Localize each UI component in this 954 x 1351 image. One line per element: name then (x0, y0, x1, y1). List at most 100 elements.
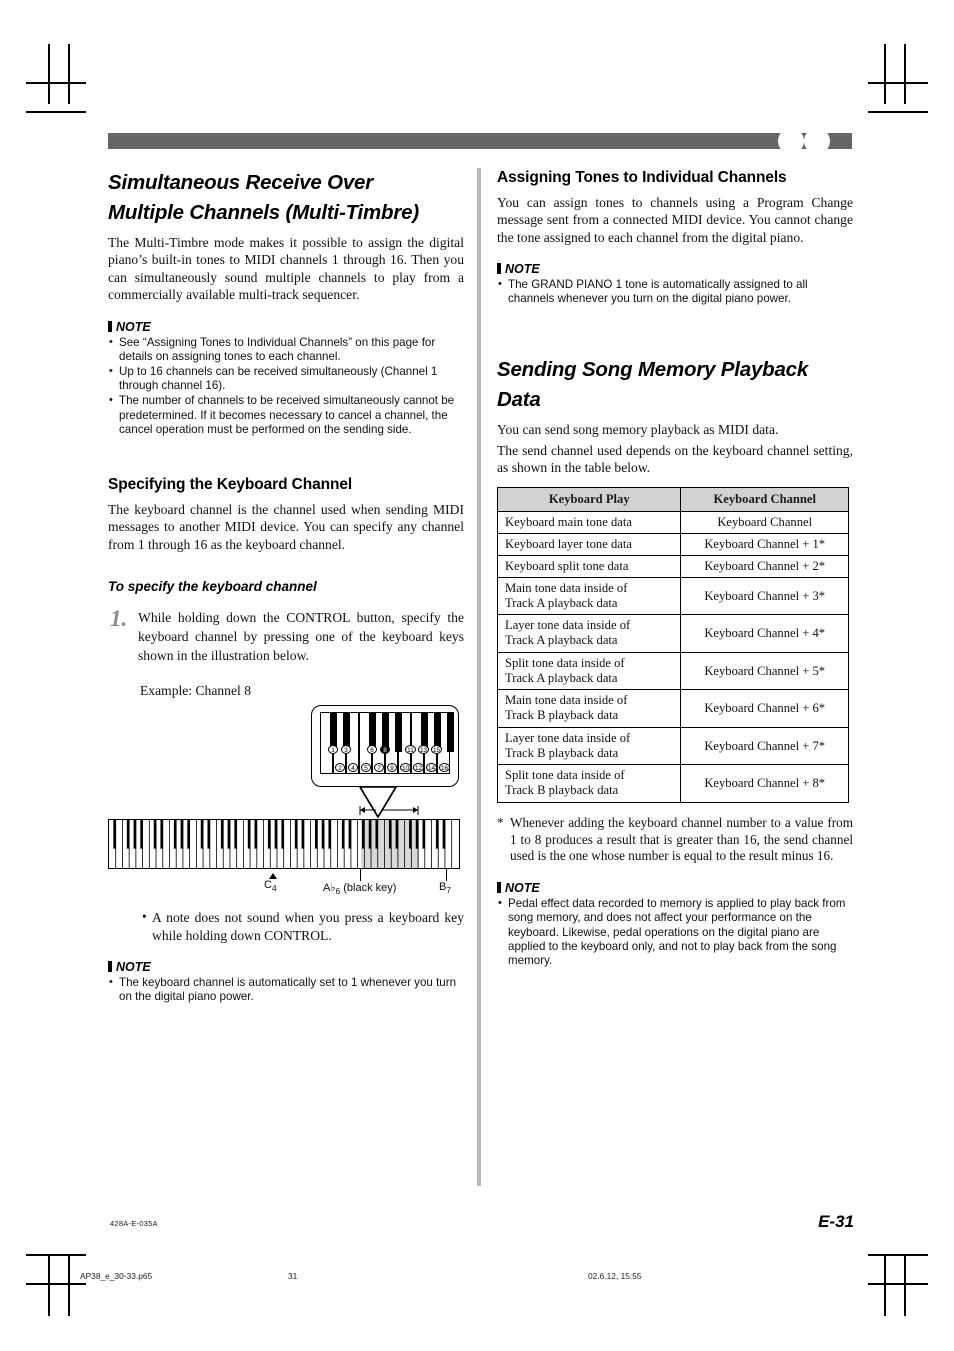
cell-play: Layer tone data inside of Track A playba… (496, 614, 682, 653)
cell-play-line2: Track B playback data (505, 708, 619, 723)
crop-mark-bottom-right-v (904, 1256, 906, 1316)
keyboard-keys-svg (113, 820, 453, 869)
crop-mark-top-right-v (904, 44, 906, 104)
crop-mark-top-left-v (48, 44, 50, 104)
column-divider (477, 168, 481, 1186)
cell-play-line2: Track B playback data (505, 745, 619, 760)
section-title-keyboard-channel: Specifying the Keyboard Channel (108, 476, 353, 494)
sending-title-line1: Sending Song Memory Playback (497, 357, 809, 381)
table-row: Split tone data inside of Track A playba… (496, 651, 849, 691)
leader-line-b7 (446, 869, 447, 882)
label-c4-octave: 4 (271, 883, 277, 894)
note-bar-icon (108, 320, 112, 332)
print-file-name: AP38_e_30-33.p65 (80, 1271, 153, 1281)
crop-mark-bottom-left-v (48, 1256, 50, 1316)
cell-play-line2: Track A playback data (505, 670, 618, 685)
keyboard-label-ab6: A♭6 (black key) (323, 881, 396, 896)
cell-play-line1: Split tone data inside of (505, 655, 625, 670)
table-row: Split tone data inside of Track B playba… (496, 764, 849, 803)
header-rule-bar (108, 128, 852, 154)
cell-play-line1: Layer tone data inside of (505, 618, 631, 633)
note-item: Up to 16 channels can be received simult… (108, 364, 464, 393)
crop-mark-bottom-right-v2 (884, 1256, 886, 1316)
left-column: Simultaneous Receive Over Multiple Chann… (108, 168, 464, 1005)
callout-keyboard: 1 3 6 8 11 13 15 2 4 5 7 9 10 12 14 16 (320, 712, 454, 775)
header-bar-notch2-icon (804, 128, 830, 154)
step-number: 1. (110, 606, 128, 632)
table-row: Keyboard main tone data Keyboard Channel (496, 510, 849, 534)
header-bar-notch-icon (778, 128, 804, 154)
note-heading-2: NOTE (108, 960, 464, 974)
note-bar-icon (497, 882, 501, 894)
table-row: Layer tone data inside of Track B playba… (496, 726, 849, 766)
cell-play: Main tone data inside of Track B playbac… (496, 689, 682, 728)
cell-play: Keyboard split tone data (496, 554, 682, 578)
assigning-tones-paragraph: You can assign tones to channels using a… (497, 195, 853, 245)
note-label-4: NOTE (505, 881, 540, 896)
section-title-sending-song-memory: Sending Song Memory Playback Data (497, 355, 853, 415)
procedure-step-1: 1. While holding down the CONTROL button… (108, 606, 464, 665)
full-keyboard-graphic (108, 819, 460, 870)
sending-paragraph-1: You can send song memory playback as MID… (497, 421, 779, 437)
crop-mark-bottom-left-h (26, 1254, 86, 1256)
cell-channel: Keyboard Channel + 6* (680, 689, 849, 728)
cell-play-line1: Split tone data inside of (505, 768, 625, 783)
label-ab6-note: A♭ (323, 882, 336, 895)
note-bar-icon (497, 263, 501, 275)
manual-page: Simultaneous Receive Over Multiple Chann… (0, 0, 954, 1351)
note-heading-4: NOTE (497, 881, 853, 895)
callout-black-key (446, 712, 454, 753)
section-title-multi-timbre: Simultaneous Receive Over Multiple Chann… (108, 168, 464, 228)
cell-play-line1: Main tone data inside of (505, 580, 628, 595)
crop-mark-top-right-h2 (868, 111, 928, 113)
print-info-row: AP38_e_30-33.p65 31 02.6.12, 15:55 (0, 1271, 954, 1285)
multi-timbre-paragraph: The Multi-Timbre mode makes it possible … (108, 235, 464, 303)
footer-document-code: 428A-E-035A (110, 1219, 158, 1228)
table-row: Keyboard split tone data Keyboard Channe… (496, 554, 849, 578)
cell-channel: Keyboard Channel + 3* (680, 576, 849, 616)
label-b7-octave: 7 (446, 885, 452, 896)
note-item: The number of channels to be received si… (108, 393, 464, 437)
cell-play-line1: Main tone data inside of (505, 693, 628, 708)
footnote-text: Whenever adding the keyboard channel num… (510, 814, 853, 864)
cell-play: Split tone data inside of Track A playba… (496, 651, 682, 691)
label-ab6-suffix: (black key) (340, 882, 397, 895)
cell-play: Main tone data inside of Track A playbac… (496, 576, 682, 616)
leader-line-ab6 (360, 869, 361, 882)
crop-mark-bottom-left-v2 (68, 1256, 70, 1316)
cell-play: Keyboard main tone data (496, 510, 682, 534)
cell-channel: Keyboard Channel + 2* (680, 554, 849, 578)
sending-title-line2: Data (497, 387, 541, 411)
cell-play-line1: Layer tone data inside of (505, 730, 631, 745)
crop-mark-top-left-v2 (68, 44, 70, 104)
procedure-title: To specify the keyboard channel (108, 579, 317, 595)
keyboard-channel-table: Keyboard Play Keyboard Channel Keyboard … (496, 486, 849, 803)
table-footnote: * Whenever adding the keyboard channel nu… (497, 815, 853, 865)
cell-channel: Keyboard Channel + 1* (680, 532, 849, 556)
table-row: Main tone data inside of Track B playbac… (496, 689, 849, 728)
table-header-row: Keyboard Play Keyboard Channel (496, 486, 849, 512)
callout-black-key (394, 712, 402, 753)
section-title-assigning-tones: Assigning Tones to Individual Channels (497, 169, 787, 186)
figure-bullet-list: A note does not sound when you press a k… (140, 908, 464, 944)
section-title-line2: Multiple Channels (Multi-Timbre) (108, 201, 419, 224)
cell-play: Layer tone data inside of Track B playba… (496, 726, 682, 766)
cell-play: Split tone data inside of Track B playba… (496, 764, 682, 803)
keyboard-channel-paragraph: The keyboard channel is the channel used… (108, 502, 464, 552)
cell-channel: Keyboard Channel + 7* (680, 726, 849, 766)
note-list-1: See “Assigning Tones to Individual Chann… (108, 335, 464, 437)
example-label: Example: Channel 8 (140, 683, 251, 699)
keyboard-figure: 1 3 6 8 11 13 15 2 4 5 7 9 10 12 14 16 C… (108, 705, 464, 907)
figure-bullet-item: A note does not sound when you press a k… (140, 908, 464, 944)
callout-detail-box: 1 3 6 8 11 13 15 2 4 5 7 9 10 12 14 16 (311, 705, 459, 788)
note-item: The keyboard channel is automatically se… (108, 975, 464, 1004)
crop-mark-top-left-h (26, 82, 86, 84)
note-label-1: NOTE (116, 319, 151, 334)
cell-play-line2: Track A playback data (505, 595, 618, 610)
note-list-4: Pedal effect data recorded to memory is … (497, 896, 853, 968)
keyboard-label-c4: C4 (264, 879, 277, 893)
cell-channel: Keyboard Channel + 5* (680, 651, 849, 691)
table-header-keyboard-channel: Keyboard Channel (680, 486, 849, 512)
table-header-keyboard-play: Keyboard Play (496, 486, 682, 512)
sending-paragraph-2: The send channel used depends on the key… (497, 443, 853, 476)
